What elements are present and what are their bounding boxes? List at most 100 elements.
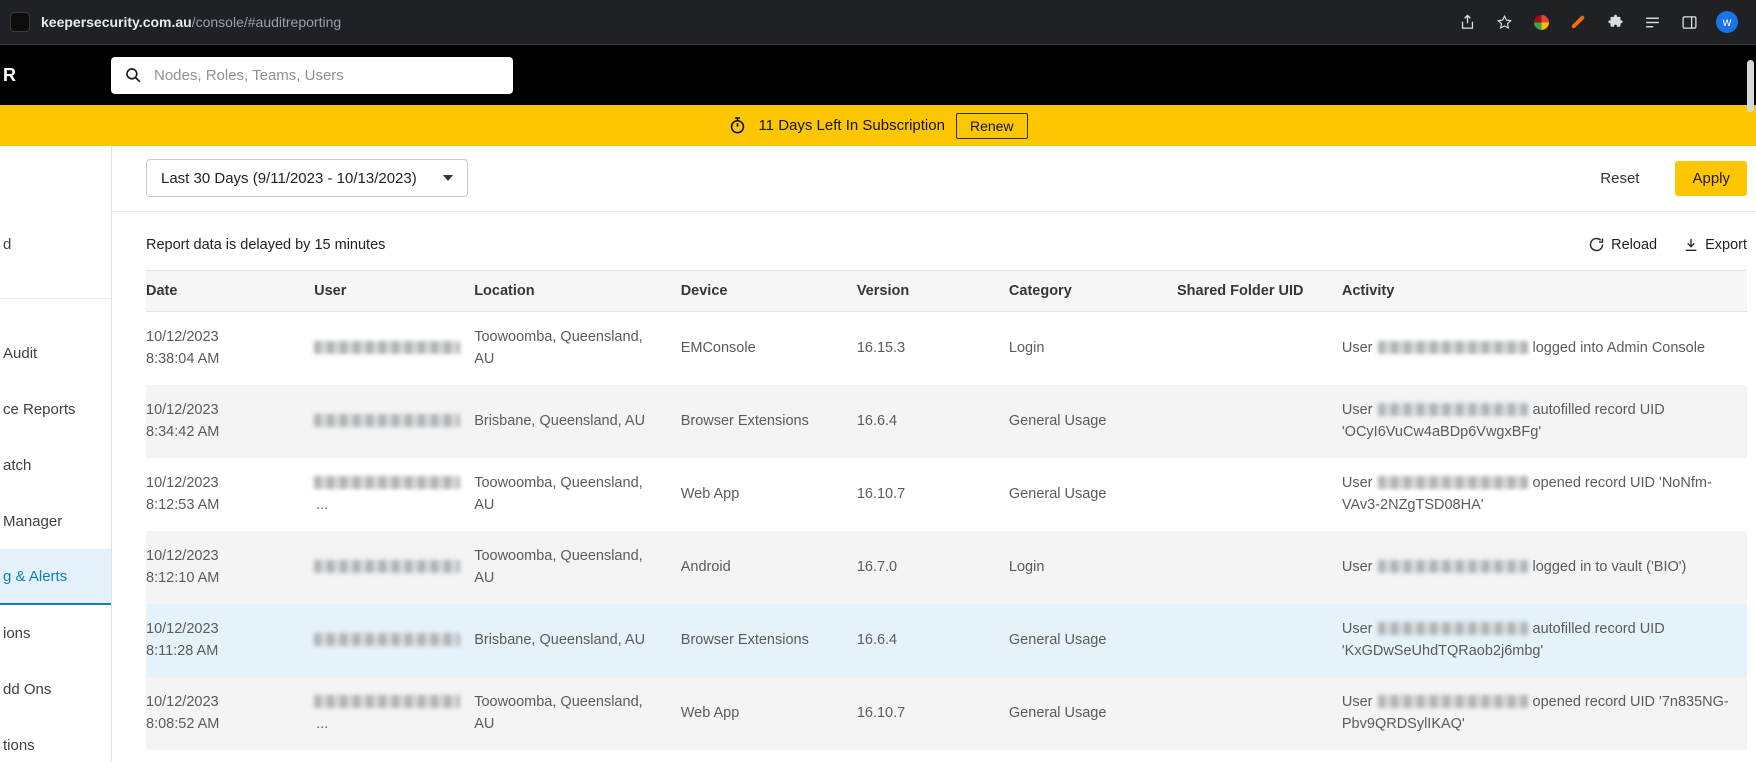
sidebar-item-4[interactable]: Manager <box>0 493 111 549</box>
cell-date: 10/12/20238:11:28 AM <box>146 619 314 663</box>
apply-button[interactable]: Apply <box>1675 161 1747 196</box>
table-row[interactable]: 10/12/20238:12:53 AM ... Toowoomba, Quee… <box>146 458 1747 531</box>
cell-user <box>314 557 474 579</box>
sidebar-item-label: Manager <box>3 513 62 530</box>
reload-button[interactable]: Reload <box>1588 236 1657 253</box>
cell-activity: Userlogged into Admin Console <box>1342 338 1747 360</box>
renew-button[interactable]: Renew <box>956 113 1028 139</box>
cell-category: Login <box>1009 557 1177 579</box>
column-header-category: Category <box>1009 283 1177 299</box>
date-range-dropdown[interactable]: Last 30 Days (9/11/2023 - 10/13/2023) <box>146 159 468 197</box>
sidebar-section-divider <box>0 272 111 325</box>
cell-activity: Useropened record UID 'NoNfm-VAv3-2NZgTS… <box>1342 473 1747 517</box>
search-icon <box>124 66 142 84</box>
cell-device: Web App <box>681 484 857 506</box>
cell-category: General Usage <box>1009 630 1177 652</box>
cell-location: Toowoomba, Queensland, AU <box>474 692 681 736</box>
browser-chrome: keepersecurity.com.au/console/#auditrepo… <box>0 0 1756 45</box>
site-icon[interactable] <box>10 12 30 32</box>
sidebar-item-8[interactable]: tions <box>0 717 111 773</box>
cell-version: 16.7.0 <box>857 557 1009 579</box>
sidebar: d Audit ce Reports atch Manager g & Aler… <box>0 146 112 762</box>
browser-actions: w <box>1457 11 1738 33</box>
redacted-user <box>314 633 460 646</box>
cell-category: General Usage <box>1009 703 1177 725</box>
url-path: /console/#auditreporting <box>192 14 341 30</box>
subscription-banner: 11 Days Left In Subscription Renew <box>0 105 1756 146</box>
side-panel-icon[interactable] <box>1679 12 1699 32</box>
table-row-highlighted[interactable]: 10/12/20238:11:28 AM Brisbane, Queenslan… <box>146 604 1747 677</box>
column-header-location: Location <box>474 283 681 299</box>
redacted-user <box>314 476 460 489</box>
sidebar-item-2[interactable]: ce Reports <box>0 381 111 437</box>
redacted-user <box>314 341 460 354</box>
column-header-activity: Activity <box>1342 283 1747 299</box>
pencil-extension-icon[interactable] <box>1568 12 1588 32</box>
colorful-extension-icon[interactable] <box>1531 12 1551 32</box>
sidebar-item-label: ions <box>3 625 31 642</box>
app-header: R <box>0 45 1756 105</box>
filter-row: Last 30 Days (9/11/2023 - 10/13/2023) Re… <box>146 158 1747 198</box>
cell-user: ... <box>314 692 474 736</box>
sidebar-item-0[interactable]: d <box>0 216 111 272</box>
cell-date: 10/12/20238:08:52 AM <box>146 692 314 736</box>
cell-activity: Userautofilled record UID 'OCyI6VuCw4aBD… <box>1342 400 1747 444</box>
extensions-puzzle-icon[interactable] <box>1605 12 1625 32</box>
user-ellipsis: ... <box>316 497 328 513</box>
sidebar-item-label: Audit <box>3 345 37 362</box>
cell-category: Login <box>1009 338 1177 360</box>
audit-report-content: Last 30 Days (9/11/2023 - 10/13/2023) Re… <box>112 146 1756 762</box>
search-box[interactable] <box>111 57 513 94</box>
table-row[interactable]: 10/12/20238:34:42 AM Brisbane, Queenslan… <box>146 385 1747 458</box>
scrollbar-thumb[interactable] <box>1747 60 1754 112</box>
cell-user: ... <box>314 473 474 517</box>
sidebar-item-7[interactable]: dd Ons <box>0 661 111 717</box>
sidebar-item-6[interactable]: ions <box>0 605 111 661</box>
cell-user <box>314 411 474 433</box>
reset-button[interactable]: Reset <box>1594 169 1645 188</box>
redacted-user <box>1378 476 1528 489</box>
cell-location: Brisbane, Queensland, AU <box>474 630 681 652</box>
notice-row: Report data is delayed by 15 minutes Rel… <box>146 236 1747 253</box>
audit-table: Date User Location Device Version Catego… <box>146 270 1747 750</box>
cell-device: EMConsole <box>681 338 857 360</box>
user-ellipsis: ... <box>316 716 328 732</box>
table-row[interactable]: 10/12/20238:08:52 AM ... Toowoomba, Quee… <box>146 677 1747 750</box>
cell-device: Web App <box>681 703 857 725</box>
redacted-user <box>1378 560 1528 573</box>
reading-list-icon[interactable] <box>1642 12 1662 32</box>
table-row[interactable]: 10/12/20238:12:10 AM Toowoomba, Queensla… <box>146 531 1747 604</box>
redacted-user <box>1378 403 1528 416</box>
bookmark-star-icon[interactable] <box>1494 12 1514 32</box>
sidebar-item-reporting-alerts[interactable]: g & Alerts <box>0 549 111 605</box>
cell-date: 10/12/20238:34:42 AM <box>146 400 314 444</box>
table-header-row: Date User Location Device Version Catego… <box>146 270 1747 312</box>
cell-location: Brisbane, Queensland, AU <box>474 411 681 433</box>
column-header-device: Device <box>681 283 857 299</box>
keeper-logo-fragment: R <box>0 65 99 86</box>
sidebar-item-label: ce Reports <box>3 401 76 418</box>
cell-activity: Userautofilled record UID 'KxGDwSeUhdTQR… <box>1342 619 1747 663</box>
cell-location: Toowoomba, Queensland, AU <box>474 473 681 517</box>
sidebar-item-3[interactable]: atch <box>0 437 111 493</box>
sidebar-item-label: dd Ons <box>3 681 51 698</box>
cell-device: Browser Extensions <box>681 630 857 652</box>
address-bar[interactable]: keepersecurity.com.au/console/#auditrepo… <box>41 14 341 30</box>
cell-user <box>314 630 474 652</box>
column-header-date: Date <box>146 283 314 299</box>
url-host: keepersecurity.com.au <box>41 14 192 30</box>
cell-location: Toowoomba, Queensland, AU <box>474 546 681 590</box>
cell-user <box>314 338 474 360</box>
profile-avatar[interactable]: w <box>1716 11 1738 33</box>
redacted-user <box>314 695 460 708</box>
download-icon <box>1683 237 1699 253</box>
export-label: Export <box>1705 237 1747 253</box>
export-button[interactable]: Export <box>1683 237 1747 253</box>
cell-activity: Userlogged in to vault ('BIO') <box>1342 557 1747 579</box>
share-icon[interactable] <box>1457 12 1477 32</box>
column-header-shared-folder-uid: Shared Folder UID <box>1177 283 1342 299</box>
table-row[interactable]: 10/12/20238:38:04 AM Toowoomba, Queensla… <box>146 312 1747 385</box>
search-input[interactable] <box>152 66 500 85</box>
sidebar-item-1[interactable]: Audit <box>0 325 111 381</box>
cell-device: Browser Extensions <box>681 411 857 433</box>
